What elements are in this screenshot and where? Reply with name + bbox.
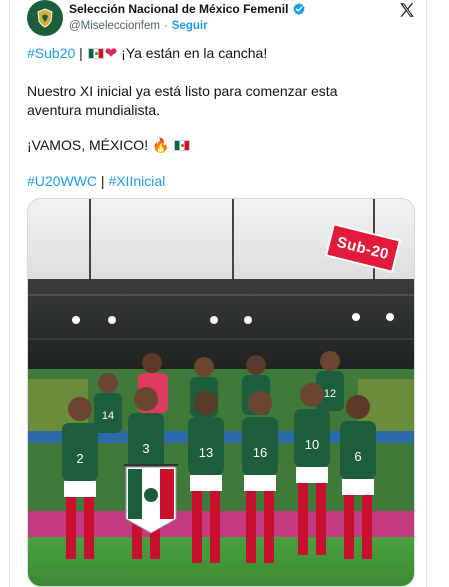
mexico-flag-icon bbox=[87, 48, 104, 59]
hashtag-u20wwc[interactable]: #U20WWC bbox=[27, 173, 97, 189]
team-photo[interactable]: 14 12 2 3 13 16 10 6 Sub-20 bbox=[27, 198, 415, 587]
x-logo-icon[interactable] bbox=[398, 1, 416, 19]
right-border bbox=[426, 0, 427, 587]
hashtag-sub20[interactable]: #Sub20 bbox=[27, 45, 75, 61]
fire-icon: 🔥 bbox=[151, 137, 170, 153]
follow-button[interactable]: Seguir bbox=[172, 20, 208, 32]
account-name[interactable]: Selección Nacional de México Femenil bbox=[69, 2, 288, 16]
name-row: Selección Nacional de México Femenil bbox=[69, 2, 306, 16]
hashtag-xiinicial[interactable]: #XIInicial bbox=[108, 173, 165, 189]
red-heart-icon: ❤ bbox=[104, 45, 118, 62]
line1-text: ¡Ya están en la cancha! bbox=[117, 45, 268, 61]
verified-badge-icon bbox=[293, 2, 306, 16]
jersey-number: 2 bbox=[76, 451, 83, 466]
jersey-number: 13 bbox=[199, 445, 213, 460]
vamos-text: ¡VAMOS, MÉXICO! bbox=[27, 137, 152, 153]
tweet-line-3: aventura mundialista. bbox=[27, 102, 161, 118]
handle-row: @Miseleccionfem · Seguir bbox=[69, 20, 208, 32]
account-avatar[interactable] bbox=[27, 0, 63, 36]
account-handle[interactable]: @Miseleccionfem bbox=[69, 20, 160, 32]
team-pennant bbox=[124, 464, 178, 534]
hashtag-separator: | bbox=[97, 173, 109, 189]
mexico-flag-icon bbox=[174, 140, 191, 151]
federation-crest-icon bbox=[37, 8, 53, 28]
line1-separator: | bbox=[75, 45, 87, 61]
jersey-number: 14 bbox=[102, 410, 114, 422]
jersey-number: 6 bbox=[354, 449, 361, 464]
tweet-line-2: Nuestro XI inicial ya está listo para co… bbox=[27, 83, 338, 99]
tweet-header: Selección Nacional de México Femenil @Mi… bbox=[27, 0, 420, 40]
tweet-line-1: #Sub20 | ❤ ¡Ya están en la cancha! bbox=[27, 44, 267, 63]
left-border bbox=[9, 0, 10, 587]
jersey-number: 10 bbox=[305, 437, 319, 452]
jersey-number: 12 bbox=[324, 388, 336, 400]
jersey-number: 3 bbox=[142, 441, 149, 456]
tweet-line-4: ¡VAMOS, MÉXICO! 🔥 bbox=[27, 136, 191, 155]
tweet-line-5: #U20WWC | #XIInicial bbox=[27, 172, 165, 191]
separator-dot: · bbox=[163, 20, 168, 32]
jersey-number: 16 bbox=[253, 445, 267, 460]
